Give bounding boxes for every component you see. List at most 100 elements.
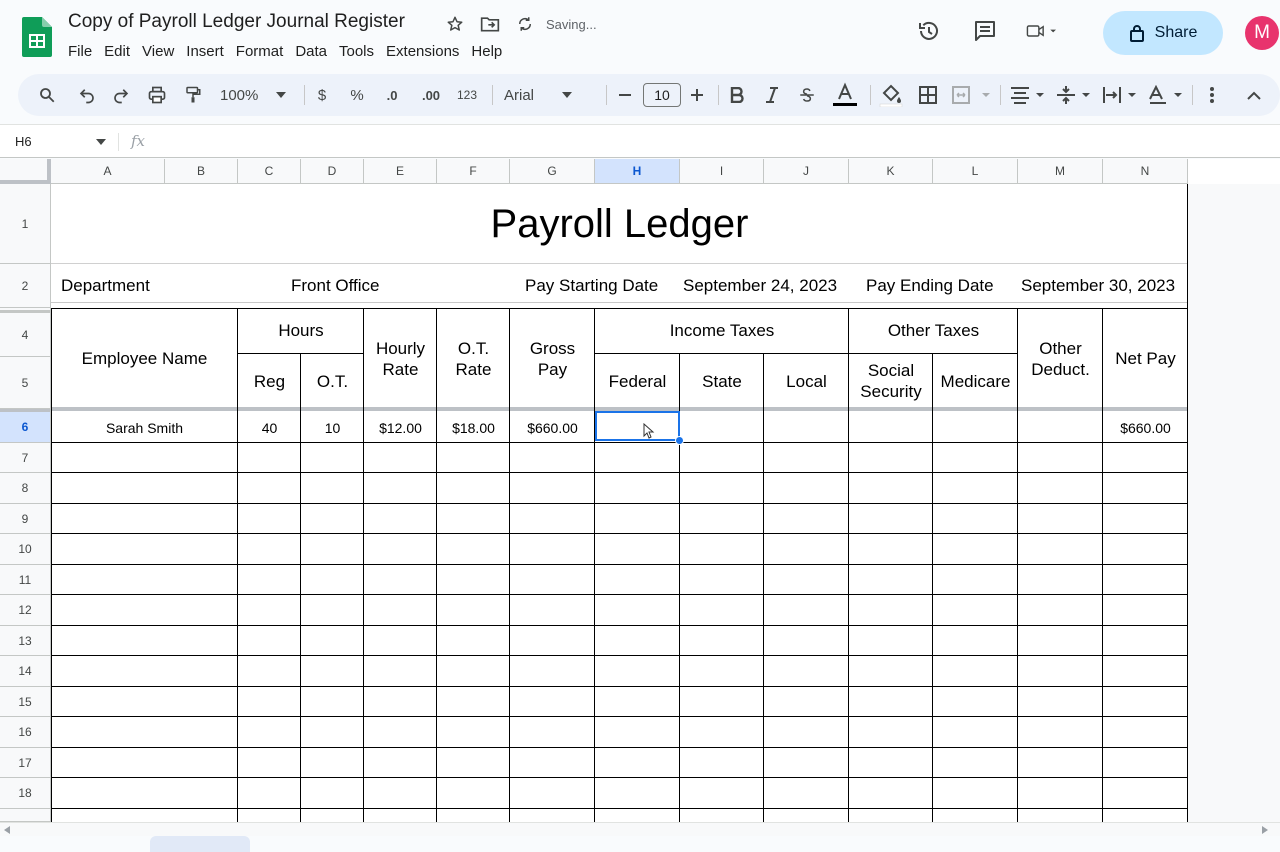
font-family-select[interactable]: Arial (504, 74, 594, 116)
decrease-font-size-icon[interactable] (614, 74, 636, 116)
borders-icon[interactable] (916, 74, 940, 116)
header-ot-rate[interactable]: O.T. Rate (437, 308, 510, 409)
header-employee-name[interactable]: Employee Name (51, 308, 238, 409)
document-title[interactable]: Copy of Payroll Ledger Journal Register (68, 11, 405, 33)
header-income-taxes[interactable]: Income Taxes (595, 308, 849, 353)
column-header-j[interactable]: J (764, 159, 849, 184)
header-other-taxes[interactable]: Other Taxes (849, 308, 1018, 353)
cell-hourly-rate[interactable]: $12.00 (364, 412, 437, 443)
font-size-input[interactable]: 10 (643, 83, 681, 107)
strikethrough-icon[interactable] (796, 74, 818, 116)
cell-gross-pay[interactable]: $660.00 (510, 412, 595, 443)
move-to-folder-icon[interactable] (479, 13, 501, 35)
menu-help[interactable]: Help (465, 42, 508, 62)
row-header-5[interactable]: 5 (0, 357, 51, 409)
header-medicare[interactable]: Medicare (933, 353, 1018, 409)
row-header-1[interactable]: 1 (0, 184, 51, 264)
cell-ot-rate[interactable]: $18.00 (437, 412, 510, 443)
star-icon[interactable] (444, 13, 466, 35)
header-federal[interactable]: Federal (595, 353, 680, 409)
merge-cells-icon[interactable] (950, 74, 994, 116)
horizontal-align-icon[interactable] (1008, 74, 1048, 116)
row-header-14[interactable]: 14 (0, 656, 51, 687)
row-header-15[interactable]: 15 (0, 687, 51, 717)
cell-reg[interactable]: 40 (238, 412, 301, 443)
more-options-icon[interactable] (1200, 74, 1224, 116)
bold-icon[interactable] (726, 74, 748, 116)
text-wrapping-icon[interactable] (1100, 74, 1140, 116)
header-other-deduct[interactable]: Other Deduct. (1018, 308, 1103, 409)
name-box[interactable]: H6 (15, 134, 32, 149)
menu-view[interactable]: View (136, 42, 180, 62)
column-header-k[interactable]: K (849, 159, 933, 184)
column-header-a[interactable]: A (51, 159, 165, 184)
undo-icon[interactable] (74, 74, 100, 116)
cell-medicare[interactable] (933, 412, 1018, 443)
row-header-18[interactable]: 18 (0, 778, 51, 809)
row-header-6[interactable]: 6 (0, 409, 51, 443)
column-header-m[interactable]: M (1018, 159, 1103, 184)
text-color-icon[interactable] (830, 74, 860, 116)
increase-decimal-button[interactable]: .00 (416, 74, 446, 116)
row-header-17[interactable]: 17 (0, 748, 51, 778)
sheet-title[interactable]: Payroll Ledger (51, 184, 1188, 264)
select-all-corner[interactable] (0, 159, 51, 184)
column-header-l[interactable]: L (933, 159, 1018, 184)
comments-icon[interactable] (970, 16, 1000, 46)
column-header-c[interactable]: C (238, 159, 301, 184)
increase-font-size-icon[interactable] (686, 74, 708, 116)
header-hours[interactable]: Hours (238, 308, 364, 353)
chevron-down-icon[interactable] (96, 139, 106, 145)
row-header-13[interactable]: 13 (0, 626, 51, 656)
avatar[interactable]: M (1245, 16, 1279, 50)
row-header-16[interactable]: 16 (0, 717, 51, 748)
scroll-right-icon[interactable] (1262, 826, 1268, 834)
menu-file[interactable]: File (62, 42, 98, 62)
sheet-tab[interactable] (150, 836, 250, 852)
cell-ot[interactable]: 10 (301, 412, 364, 443)
column-header-n[interactable]: N (1103, 159, 1188, 184)
more-formats-button[interactable]: 123 (452, 74, 482, 116)
decrease-decimal-button[interactable]: .0 (378, 74, 406, 116)
scroll-left-icon[interactable] (4, 826, 10, 834)
column-header-i[interactable]: I (680, 159, 764, 184)
row-header-8[interactable]: 8 (0, 473, 51, 504)
header-ot[interactable]: O.T. (301, 353, 364, 409)
cell-local[interactable] (764, 412, 849, 443)
header-gross-pay[interactable]: Gross Pay (510, 308, 595, 409)
row-header-19[interactable] (0, 809, 51, 822)
paint-format-icon[interactable] (180, 74, 206, 116)
sync-status-icon[interactable] (514, 13, 536, 35)
header-local[interactable]: Local (764, 353, 849, 409)
fill-handle[interactable] (675, 436, 684, 445)
menu-format[interactable]: Format (230, 42, 290, 62)
cell-employee-name[interactable]: Sarah Smith (51, 412, 238, 443)
header-reg[interactable]: Reg (238, 353, 301, 409)
version-history-icon[interactable] (914, 16, 944, 46)
column-header-e[interactable]: E (364, 159, 437, 184)
sheets-logo-icon[interactable] (22, 17, 52, 57)
column-header-b[interactable]: B (165, 159, 238, 184)
format-currency-button[interactable]: $ (310, 74, 334, 116)
column-header-d[interactable]: D (301, 159, 364, 184)
horizontal-scrollbar[interactable] (0, 822, 1280, 836)
print-icon[interactable] (144, 74, 170, 116)
share-button[interactable]: Share (1103, 11, 1223, 55)
row-header-11[interactable]: 11 (0, 565, 51, 595)
formula-input[interactable] (160, 133, 1260, 151)
row-header-10[interactable]: 10 (0, 534, 51, 565)
menu-tools[interactable]: Tools (333, 42, 380, 62)
search-menus-icon[interactable] (34, 74, 60, 116)
row-header-4[interactable]: 4 (0, 313, 51, 357)
meet-video-icon[interactable] (1026, 16, 1056, 46)
row-header-2[interactable]: 2 (0, 264, 51, 308)
header-hourly-rate[interactable]: Hourly Rate (364, 308, 437, 409)
zoom-select[interactable]: 100% (216, 74, 292, 116)
row-header-7[interactable]: 7 (0, 443, 51, 473)
menu-edit[interactable]: Edit (98, 42, 136, 62)
column-header-f[interactable]: F (437, 159, 510, 184)
cell-other-deduct[interactable] (1018, 412, 1103, 443)
header-net-pay[interactable]: Net Pay (1103, 308, 1188, 409)
collapse-toolbar-icon[interactable] (1242, 74, 1266, 116)
menu-data[interactable]: Data (289, 42, 333, 62)
